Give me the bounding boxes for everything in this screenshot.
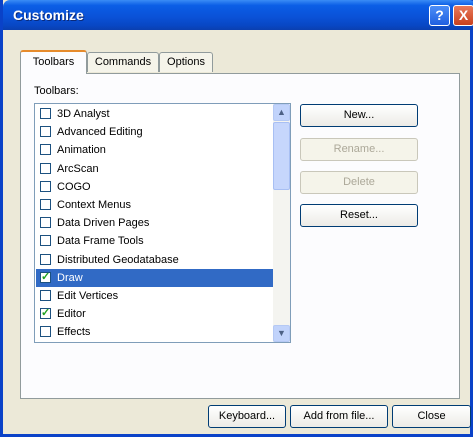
down-arrow-icon: ▼ xyxy=(277,328,286,338)
toolbar-checkbox[interactable] xyxy=(40,199,51,210)
list-item[interactable]: Data Frame Tools xyxy=(36,232,273,250)
list-item[interactable]: ArcScan xyxy=(36,160,273,178)
toolbar-checkbox[interactable] xyxy=(40,217,51,229)
toolbars-list[interactable]: 3D Analyst Advanced Editing Animation ArcSc… xyxy=(34,103,291,343)
list-item-label: Advanced Editing xyxy=(57,126,143,139)
tab-commands[interactable]: Commands xyxy=(87,52,159,72)
toolbar-checkbox[interactable] xyxy=(40,326,51,338)
customize-dialog: Customize ? X Toolbars Commands Options … xyxy=(0,0,473,437)
list-item[interactable]: Advanced Editing xyxy=(36,123,273,141)
list-item[interactable]: ✓ Draw xyxy=(36,268,273,287)
list-item-label: Data Frame Tools xyxy=(57,235,144,248)
list-item-label: COGO xyxy=(57,180,91,193)
close-button[interactable]: Close xyxy=(392,405,471,428)
help-button[interactable]: ? xyxy=(429,5,450,26)
list-item[interactable]: Effects xyxy=(36,323,273,341)
list-scrollbar[interactable]: ▲ ▼ xyxy=(273,104,290,342)
list-item[interactable]: Distributed Geodatabase xyxy=(36,251,273,269)
toolbar-checkbox[interactable] xyxy=(40,290,51,301)
toolbar-checkbox[interactable] xyxy=(40,162,51,174)
scroll-up-button[interactable]: ▲ xyxy=(273,104,290,121)
list-item-label: Effects xyxy=(57,326,91,339)
reset-button[interactable]: Reset... xyxy=(300,204,418,227)
rename-button[interactable]: Rename... xyxy=(300,138,418,161)
list-item-label: Edit Vertices xyxy=(57,290,119,302)
checkmark-icon: ✓ xyxy=(41,307,51,320)
tab-options[interactable]: Options xyxy=(159,52,213,72)
list-item-label: ArcScan xyxy=(57,162,99,175)
list-item[interactable]: Animation xyxy=(36,141,273,159)
toolbar-checkbox[interactable] xyxy=(40,235,51,247)
scroll-thumb[interactable] xyxy=(273,122,290,190)
up-arrow-icon: ▲ xyxy=(277,107,286,117)
scroll-down-button[interactable]: ▼ xyxy=(273,325,290,342)
toolbar-checkbox[interactable]: ✓ xyxy=(40,307,51,320)
toolbar-checkbox[interactable] xyxy=(40,144,51,156)
toolbars-label: Toolbars: xyxy=(34,85,79,97)
list-item-label: Distributed Geodatabase xyxy=(57,253,179,266)
toolbar-checkbox[interactable] xyxy=(40,180,51,192)
list-item[interactable]: 3D Analyst xyxy=(36,105,273,123)
title-bar[interactable]: Customize ? X xyxy=(3,0,473,30)
list-item-label: Editor xyxy=(57,308,86,321)
list-item-label: Context Menus xyxy=(57,199,131,211)
close-window-button[interactable]: X xyxy=(453,5,473,26)
add-from-file-button[interactable]: Add from file... xyxy=(290,405,388,428)
list-item[interactable]: Data Driven Pages xyxy=(36,214,273,232)
toolbar-checkbox[interactable] xyxy=(40,126,51,138)
toolbar-checkbox[interactable] xyxy=(40,253,51,265)
list-item[interactable]: ✓ Editor xyxy=(36,305,273,323)
dialog-title: Customize xyxy=(13,7,84,23)
keyboard-button[interactable]: Keyboard... xyxy=(208,405,286,428)
list-item[interactable]: COGO xyxy=(36,178,273,196)
new-button[interactable]: New... xyxy=(300,104,418,127)
delete-button[interactable]: Delete xyxy=(300,171,418,194)
checkmark-icon: ✓ xyxy=(41,270,51,283)
tab-toolbars[interactable]: Toolbars xyxy=(20,50,87,74)
list-item[interactable]: Edit Vertices xyxy=(36,287,273,305)
list-item-label: 3D Analyst xyxy=(57,108,110,120)
toolbar-checkbox[interactable]: ✓ xyxy=(40,270,51,283)
list-item-label: Data Driven Pages xyxy=(57,217,150,230)
list-item[interactable]: Context Menus xyxy=(36,196,273,214)
list-item-label: Animation xyxy=(57,144,106,157)
list-item-label: Draw xyxy=(57,271,83,284)
toolbar-checkbox[interactable] xyxy=(40,108,51,119)
